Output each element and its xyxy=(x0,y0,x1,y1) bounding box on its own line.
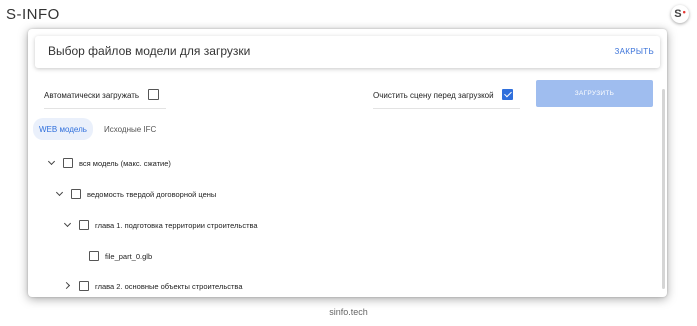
tree-checkbox[interactable] xyxy=(79,220,89,230)
chevron-down-icon[interactable] xyxy=(55,189,65,199)
tree-item-file-part-0[interactable]: file_part_0.glb xyxy=(89,249,152,263)
tree-item-label: file_part_0.glb xyxy=(105,251,153,261)
scrollbar[interactable] xyxy=(662,89,665,289)
tree-item-chapter-1[interactable]: глава 1. подготовка территории строитель… xyxy=(63,218,258,232)
page: S-INFO S • Выбор файлов модели для загруз… xyxy=(0,0,697,326)
clear-scene-checkbox[interactable] xyxy=(502,89,513,100)
tree-checkbox[interactable] xyxy=(71,189,81,199)
tab-source-ifc[interactable]: Исходные IFC xyxy=(98,118,162,140)
auto-load-checkbox[interactable] xyxy=(148,89,159,100)
file-selection-dialog: Выбор файлов модели для загрузки ЗАКРЫТЬ… xyxy=(28,29,667,297)
tree-item-chapter-2[interactable]: глава 2. основные объекты строительства xyxy=(63,279,243,293)
tree-checkbox[interactable] xyxy=(89,251,99,261)
tree-item-full-model[interactable]: вся модель (макс. сжатие) xyxy=(47,156,171,170)
logo-dot: • xyxy=(682,7,686,17)
tree-item-price-sheet[interactable]: ведомость твердой договорной цены xyxy=(55,187,216,201)
footer-text[interactable]: sinfo.tech xyxy=(0,307,697,317)
clear-scene-label: Очистить сцену перед загрузкой xyxy=(373,91,494,100)
tree-item-label: вся модель (макс. сжатие) xyxy=(79,158,171,168)
load-button[interactable]: ЗАГРУЗИТЬ xyxy=(536,80,653,107)
app-title: S-INFO xyxy=(6,6,60,23)
tree-item-label: глава 2. основные объекты строительства xyxy=(95,281,243,291)
tree-checkbox[interactable] xyxy=(63,158,73,168)
tree-item-label: глава 1. подготовка территории строитель… xyxy=(95,220,258,230)
chevron-right-icon[interactable] xyxy=(63,281,73,291)
tree-item-label: ведомость твердой договорной цены xyxy=(87,189,217,199)
auto-load-option: Автоматически загружать xyxy=(44,89,166,109)
tab-web-model[interactable]: WEB модель xyxy=(33,118,93,140)
chevron-down-icon[interactable] xyxy=(47,158,57,168)
app-logo-icon[interactable]: S • xyxy=(671,5,689,23)
close-button[interactable]: ЗАКРЫТЬ xyxy=(615,47,654,56)
dialog-header: Выбор файлов модели для загрузки ЗАКРЫТЬ xyxy=(35,36,660,68)
logo-letter: S xyxy=(674,8,682,20)
auto-load-label: Автоматически загружать xyxy=(44,91,140,100)
dialog-title: Выбор файлов модели для загрузки xyxy=(48,44,251,58)
chevron-down-icon[interactable] xyxy=(63,220,73,230)
tree-checkbox[interactable] xyxy=(79,281,89,291)
clear-scene-option: Очистить сцену перед загрузкой xyxy=(373,89,520,109)
